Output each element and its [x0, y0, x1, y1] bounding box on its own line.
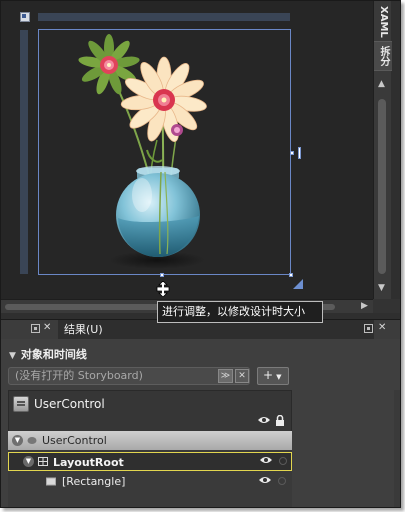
tree-row-usercontrol[interactable]: ▼ UserControl	[8, 431, 292, 450]
new-storyboard-button[interactable]: + ▼	[257, 367, 289, 385]
expand-toggle-icon[interactable]: ▼	[23, 456, 34, 467]
storyboard-options-button[interactable]: ≫	[218, 369, 233, 383]
grid-toggle-icon[interactable]	[20, 12, 30, 22]
tree-row-label: UserControl	[42, 434, 107, 447]
add-label: +	[263, 368, 274, 382]
lock-toggle[interactable]	[278, 477, 286, 485]
left-ruler[interactable]	[20, 30, 28, 274]
design-surface[interactable]	[1, 1, 373, 299]
tab-xaml[interactable]: XAML	[374, 3, 392, 41]
expand-toggle-icon[interactable]: ▼	[12, 435, 23, 446]
close-icon[interactable]: ✕	[43, 322, 51, 333]
flower-vase-illustration	[78, 34, 207, 269]
lock-icon[interactable]	[275, 415, 285, 426]
resize-tooltip: 进行调整，以修改设计时大小	[157, 301, 323, 323]
eye-icon[interactable]	[259, 455, 273, 465]
scope-header[interactable]: UserControl	[8, 390, 292, 432]
eye-icon[interactable]	[257, 415, 271, 425]
usercontrol-icon	[13, 396, 29, 412]
tab-results-label: 结果(U)	[64, 323, 103, 336]
close-icon[interactable]: ✕	[378, 322, 386, 333]
scroll-right-icon[interactable]: ▶	[361, 301, 368, 311]
objects-and-timeline-panel: ▼ 对象和时间线 (没有打开的 Storyboard) ≫ ✕ + ▼ UserCo…	[1, 339, 400, 507]
scroll-up-icon[interactable]: ▲	[378, 79, 385, 89]
scope-title: UserControl	[34, 397, 105, 411]
artboard[interactable]	[38, 29, 291, 275]
resize-handle-right-bar[interactable]	[298, 147, 301, 159]
storyboard-placeholder: (没有打开的 Storyboard)	[15, 369, 143, 382]
scrollbar-corner	[373, 299, 400, 313]
usercontrol-node-icon	[27, 437, 37, 444]
pin-icon[interactable]	[364, 324, 373, 333]
scroll-down-icon[interactable]: ▼	[378, 283, 385, 293]
tree-row-label: LayoutRoot	[53, 456, 124, 469]
storyboard-picker[interactable]: (没有打开的 Storyboard)	[8, 367, 250, 385]
tree-row-rectangle[interactable]: [Rectangle]	[8, 472, 292, 491]
resize-grip-icon[interactable]	[293, 279, 303, 289]
resize-handle-corner[interactable]	[289, 273, 293, 277]
eye-icon[interactable]	[258, 475, 272, 485]
collapse-triangle-icon[interactable]: ▼	[9, 351, 16, 361]
resize-handle-bottom[interactable]	[160, 273, 164, 277]
lock-toggle[interactable]	[279, 457, 287, 465]
panel-title: 对象和时间线	[20, 348, 87, 361]
tree-row-label: [Rectangle]	[62, 475, 126, 488]
timeline-track[interactable]	[293, 390, 394, 507]
resize-handle-right[interactable]	[290, 151, 294, 155]
tab-results[interactable]: 结果(U)	[58, 320, 374, 340]
tree-row-layoutroot[interactable]: ▼ LayoutRoot	[8, 452, 292, 471]
dropdown-arrow-icon: ▼	[276, 373, 282, 381]
close-storyboard-button[interactable]: ✕	[235, 369, 249, 383]
grid-icon	[38, 457, 48, 466]
rectangle-icon	[46, 477, 56, 486]
object-tree: ▼ UserControl ▼ LayoutRoot [Rectangle]	[8, 431, 292, 507]
top-ruler[interactable]	[38, 13, 290, 21]
pin-icon[interactable]	[31, 324, 40, 333]
vertical-scrollbar[interactable]: ▲ ▼	[376, 77, 388, 297]
resize-vertical-cursor-icon	[156, 281, 170, 297]
tab-split[interactable]: 拆分	[374, 41, 392, 71]
vertical-scroll-thumb[interactable]	[378, 99, 386, 274]
timeline-area[interactable]	[293, 390, 400, 507]
panel-header[interactable]: ▼ 对象和时间线	[9, 346, 87, 362]
blend-window: XAML 拆分 ▲ ▼ ▶ 进行调整，以修改设计时大小 ✕ 结果(U) ✕ ▼ 对…	[0, 0, 401, 508]
